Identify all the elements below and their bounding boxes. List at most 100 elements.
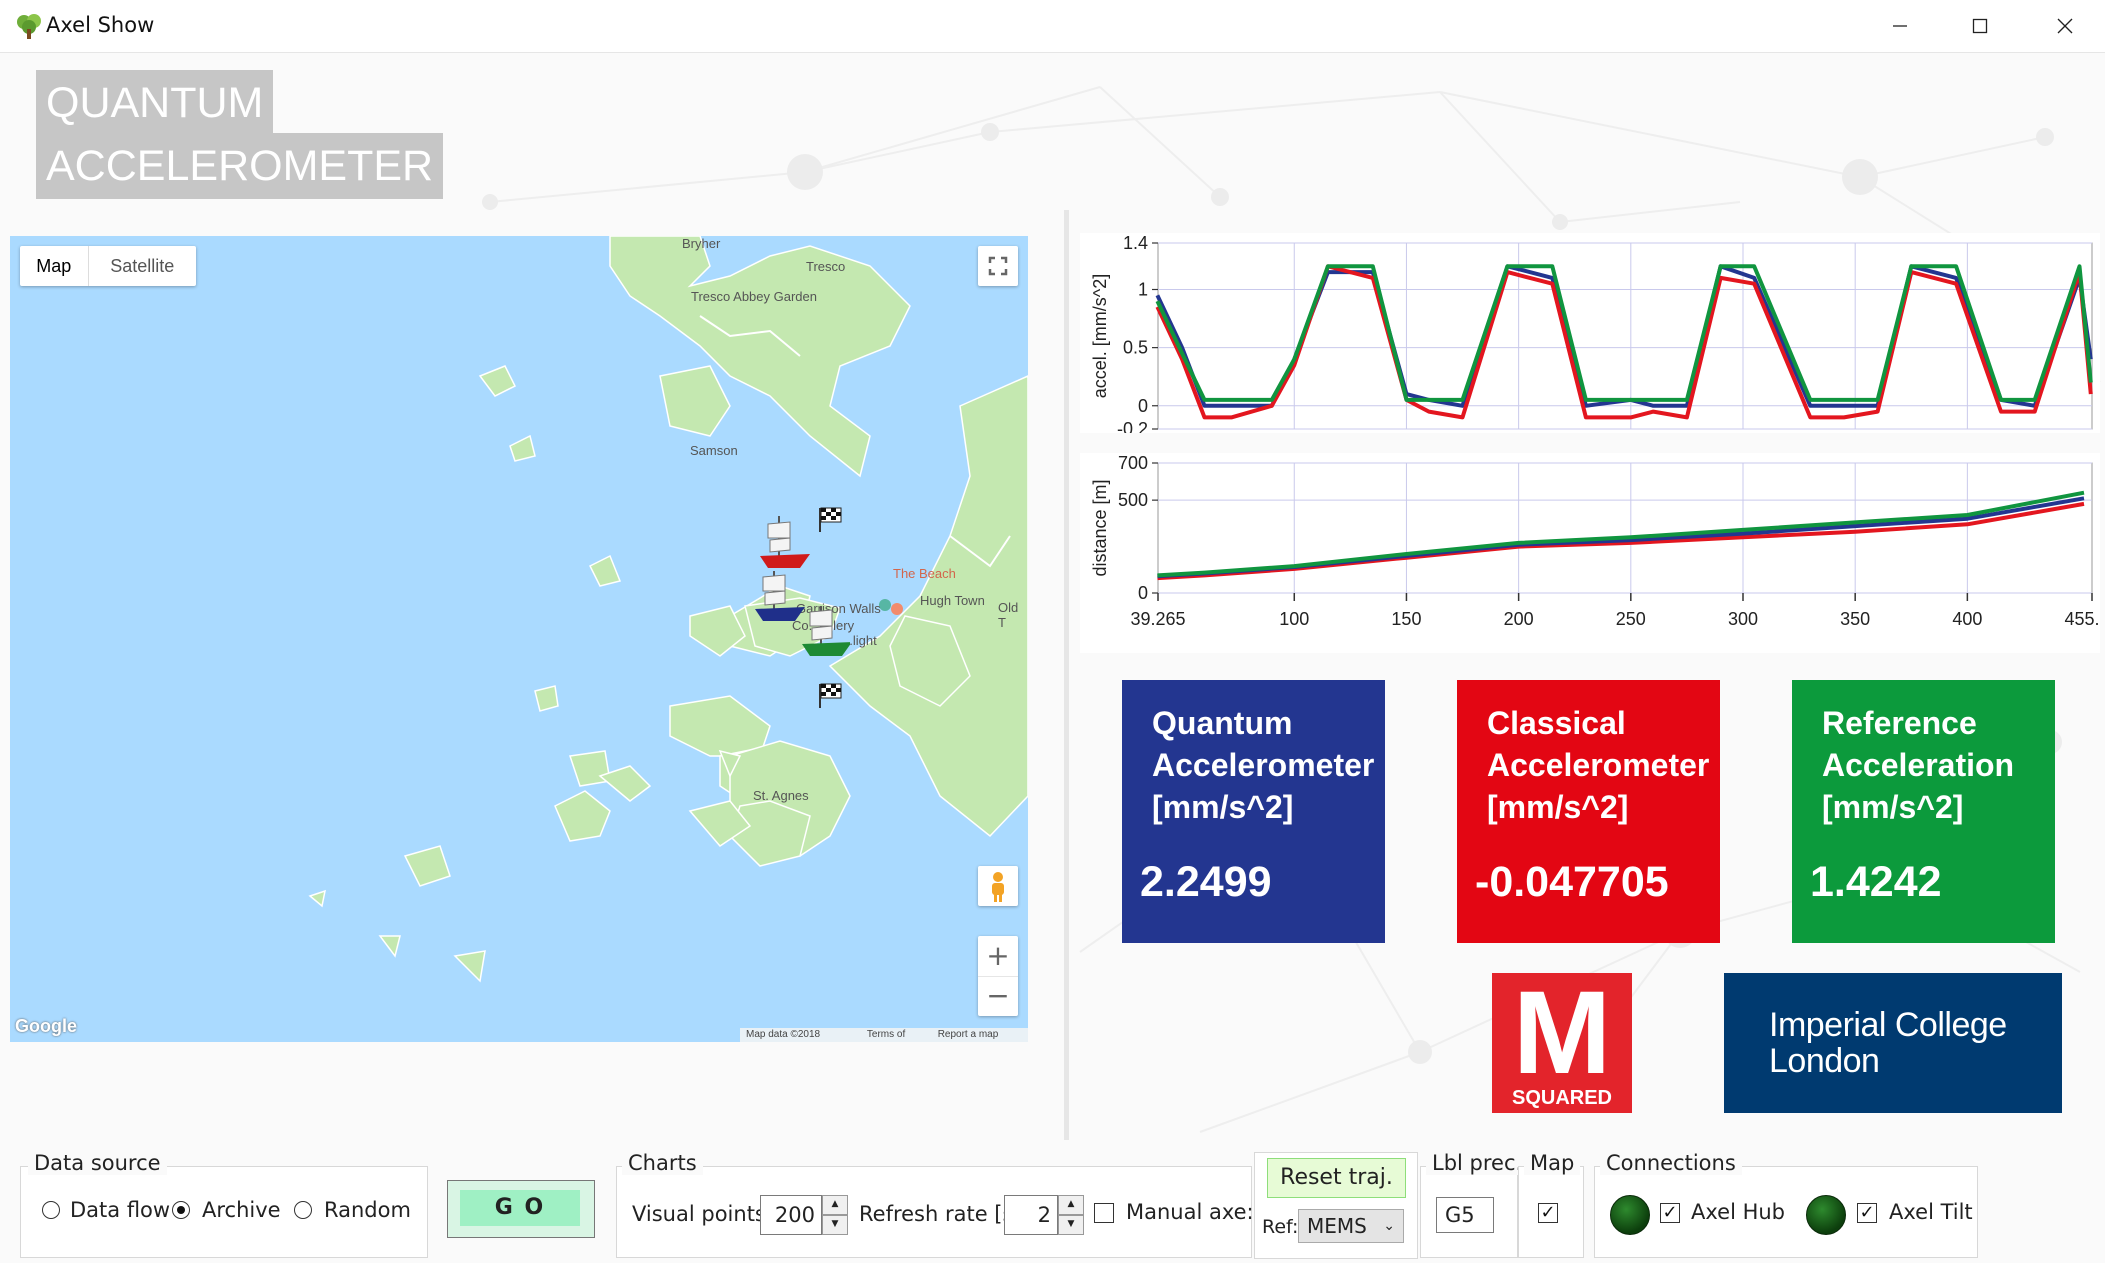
refresh-rate-label: Refresh rate [s]	[859, 1202, 1022, 1226]
axel-hub-checkbox[interactable]: ✓	[1660, 1203, 1680, 1223]
msquared-logo-word: SQUARED	[1511, 1087, 1612, 1109]
x-tick-label: 200	[1504, 609, 1534, 629]
ref-select-value: MEMS	[1307, 1214, 1367, 1238]
visual-points-stepper[interactable]: ▲ ▼	[822, 1195, 848, 1235]
reference-tile-unit: [mm/s^2]	[1822, 789, 1964, 825]
google-logo: Google	[15, 1016, 77, 1036]
data-flow-label[interactable]: Data flow	[70, 1198, 170, 1222]
x-tick-label: 250	[1616, 609, 1646, 629]
refresh-rate-up-icon[interactable]: ▲	[1058, 1195, 1084, 1215]
y-tick-label: 0	[1138, 396, 1148, 416]
go-button[interactable]: G O	[447, 1180, 595, 1238]
reference-tile-label2: Acceleration	[1822, 747, 2015, 783]
reference-tile-value: 1.4242	[1810, 858, 1942, 906]
axel-tilt-label: Axel Tilt	[1889, 1200, 1973, 1224]
close-button[interactable]	[2025, 0, 2105, 52]
ref-label: Ref:	[1262, 1216, 1299, 1238]
quantum-tile-label1: Quantum	[1152, 705, 1293, 741]
random-label[interactable]: Random	[324, 1198, 411, 1222]
y-tick-label: 0.5	[1123, 338, 1148, 358]
distance-chart: 700 500 0 distance [m] 39.265 100 150 200 250 300…	[1080, 453, 2100, 653]
reset-trajectory-button[interactable]: Reset traj.	[1267, 1158, 1406, 1198]
maximize-button[interactable]	[1940, 0, 2020, 52]
map-toggle-title: Map	[1524, 1151, 1581, 1175]
axel-tilt-checkbox[interactable]: ✓	[1857, 1203, 1877, 1223]
msquared-logo: M SQUARED	[1492, 973, 1632, 1113]
map-footer: Map data ©2018 Google Terms of Use Repor…	[740, 1028, 1028, 1042]
quantum-tile-label2: Accelerometer	[1152, 747, 1375, 783]
panel-splitter[interactable]	[1064, 210, 1069, 1140]
archive-label[interactable]: Archive	[202, 1198, 281, 1222]
close-icon	[2057, 18, 2073, 34]
quantum-tile-value: 2.2499	[1140, 858, 1272, 906]
charts-title: Charts	[622, 1151, 703, 1175]
visual-points-down-icon[interactable]: ▼	[822, 1215, 848, 1235]
app-tree-icon	[17, 14, 41, 39]
y-tick-label: -0.2	[1117, 419, 1148, 433]
data-flow-radio[interactable]	[42, 1201, 60, 1219]
x-tick-label: 350	[1840, 609, 1870, 629]
msquared-logo-letter: M	[1512, 967, 1612, 1099]
visual-points-input[interactable]: 200	[760, 1195, 822, 1235]
manual-axes-checkbox[interactable]	[1094, 1203, 1114, 1223]
manual-axes-label[interactable]: Manual axe:	[1126, 1200, 1254, 1224]
acceleration-chart: 1.4 1 0.5 0 -0.2 accel. [mm/s^2]	[1080, 233, 2100, 433]
window-title: Axel Show	[46, 13, 155, 37]
map-label-hugh-town: Hugh Town	[920, 593, 985, 608]
classical-tile-unit: [mm/s^2]	[1487, 789, 1629, 825]
random-radio[interactable]	[294, 1201, 312, 1219]
refresh-rate-down-icon[interactable]: ▼	[1058, 1215, 1084, 1235]
map-type-satellite-button[interactable]: Satellite	[89, 246, 196, 286]
minimize-button[interactable]	[1860, 0, 1940, 52]
map-label-the-beach: The Beach	[893, 566, 956, 581]
map-type-map-button[interactable]: Map	[20, 246, 89, 286]
x-tick-label: 150	[1391, 609, 1421, 629]
zoom-out-button[interactable]: −	[978, 977, 1018, 1017]
imperial-logo-line2: London	[1769, 1042, 1880, 1080]
refresh-rate-input[interactable]: 2	[1004, 1195, 1058, 1235]
reference-accel-tile: Reference Acceleration [mm/s^2] 1.4242	[1792, 680, 2055, 943]
zoom-in-button[interactable]: +	[978, 936, 1018, 977]
visual-points-up-icon[interactable]: ▲	[822, 1195, 848, 1215]
finish-flag-icon	[819, 507, 842, 532]
x-tick-label: 455.55	[2064, 609, 2100, 629]
visual-points-label: Visual points	[632, 1202, 766, 1226]
chevron-down-icon: ⌄	[1383, 1218, 1395, 1234]
classical-accel-tile: Classical Accelerometer [mm/s^2] -0.0477…	[1457, 680, 1720, 943]
ref-select[interactable]: MEMS ⌄	[1298, 1209, 1404, 1243]
data-source-title: Data source	[28, 1151, 167, 1175]
label-precision-input[interactable]: G5	[1436, 1197, 1494, 1233]
quantum-tile-unit: [mm/s^2]	[1152, 789, 1294, 825]
map-label-tresco: Tresco	[806, 259, 846, 274]
refresh-rate-stepper[interactable]: ▲ ▼	[1058, 1195, 1084, 1235]
reference-tile-label1: Reference	[1822, 705, 1977, 741]
map-toggle-checkbox[interactable]: ✓	[1538, 1203, 1558, 1223]
title-banner-line1: QUANTUM	[36, 70, 274, 136]
map-label-bryher: Bryher	[682, 236, 721, 251]
fullscreen-button[interactable]	[978, 246, 1018, 286]
map-label-old-town: Old T	[998, 600, 1019, 630]
terms-link[interactable]: Terms of Use	[867, 1028, 926, 1042]
y-tick-label: 500	[1118, 490, 1148, 510]
y-tick-label: 1	[1138, 280, 1148, 300]
classical-tile-label2: Accelerometer	[1487, 747, 1710, 783]
map-label-samson: Samson	[690, 443, 738, 458]
map-label-st-agnes: St. Agnes	[753, 788, 809, 803]
classical-tile-value: -0.047705	[1475, 858, 1669, 906]
y-axis-label: distance [m]	[1090, 479, 1110, 576]
ship-blue-icon	[755, 571, 805, 621]
map-data-credit: Map data ©2018 Google	[746, 1029, 821, 1040]
connections-title: Connections	[1600, 1151, 1742, 1175]
report-error-link[interactable]: Report a map error	[938, 1028, 1022, 1042]
axel-hub-label[interactable]: Axel Hub	[1691, 1200, 1785, 1224]
fullscreen-icon	[988, 256, 1008, 276]
title-bar: Axel Show	[0, 0, 2105, 53]
minimize-icon	[1893, 25, 1907, 27]
plot-area	[1157, 462, 2093, 594]
y-tick-label: 1.4	[1123, 233, 1148, 253]
map-view[interactable]: Bryher Tresco Tresco Abbey Garden Samson…	[10, 236, 1028, 1042]
x-tick-label: 100	[1279, 609, 1309, 629]
quantum-accel-tile: Quantum Accelerometer [mm/s^2] 2.2499	[1122, 680, 1385, 943]
archive-radio[interactable]	[172, 1201, 190, 1219]
street-view-button[interactable]	[978, 866, 1018, 906]
